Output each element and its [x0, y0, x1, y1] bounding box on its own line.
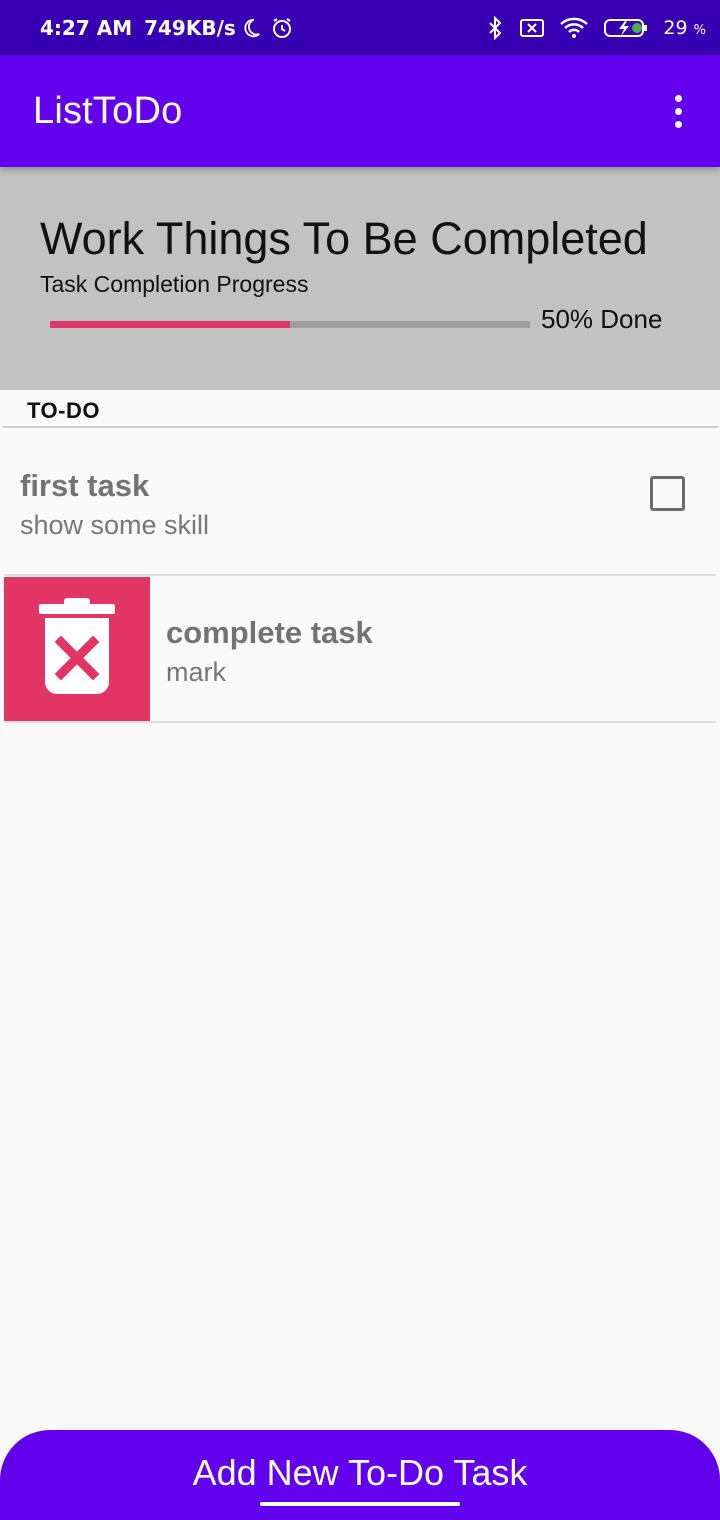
- home-indicator: [260, 1502, 460, 1506]
- alarm-icon: [270, 16, 294, 40]
- task-checkbox[interactable]: [650, 476, 685, 511]
- add-task-button[interactable]: Add New To-Do Task: [0, 1430, 720, 1520]
- section-divider: [3, 426, 718, 428]
- moon-icon: [240, 17, 262, 39]
- task-description: show some skill: [20, 510, 210, 540]
- task-description: mark: [166, 657, 226, 687]
- progress-bar: [50, 321, 530, 328]
- progress-bar-fill: [50, 321, 290, 328]
- status-bar: 4:27 AM 749KB/s 29 %: [0, 0, 720, 55]
- sim-off-icon: [519, 17, 545, 39]
- status-left: 4:27 AM 749KB/s: [40, 16, 294, 40]
- status-time: 4:27 AM: [40, 15, 133, 40]
- progress-card: Work Things To Be Completed Task Complet…: [0, 167, 720, 390]
- progress-card-subtitle: Task Completion Progress: [40, 271, 309, 297]
- status-net-speed: 749KB/s: [144, 15, 236, 40]
- task-name: first task: [20, 468, 150, 503]
- status-right: 29 %: [485, 15, 706, 40]
- progress-percent-label: 50% Done: [541, 304, 663, 334]
- app-bar: ListToDo: [0, 55, 720, 167]
- delete-button[interactable]: [4, 577, 150, 723]
- wifi-icon: [559, 16, 589, 40]
- add-task-button-label: Add New To-Do Task: [192, 1452, 528, 1493]
- task-row-complete[interactable]: complete task mark: [4, 577, 716, 723]
- bluetooth-icon: [485, 15, 505, 40]
- app-title: ListToDo: [33, 89, 183, 132]
- task-divider: [4, 721, 716, 723]
- section-title: TO-DO: [27, 398, 100, 423]
- section-header: TO-DO: [0, 390, 720, 428]
- more-vert-icon[interactable]: [667, 89, 690, 134]
- progress-card-title: Work Things To Be Completed: [40, 213, 648, 264]
- battery-percent: 29 %: [663, 16, 706, 39]
- delete-icon: [37, 597, 117, 703]
- task-divider: [4, 574, 716, 576]
- battery-charging-icon: [603, 16, 649, 40]
- task-row-first[interactable]: first task show some skill: [4, 430, 716, 576]
- task-name: complete task: [166, 615, 373, 650]
